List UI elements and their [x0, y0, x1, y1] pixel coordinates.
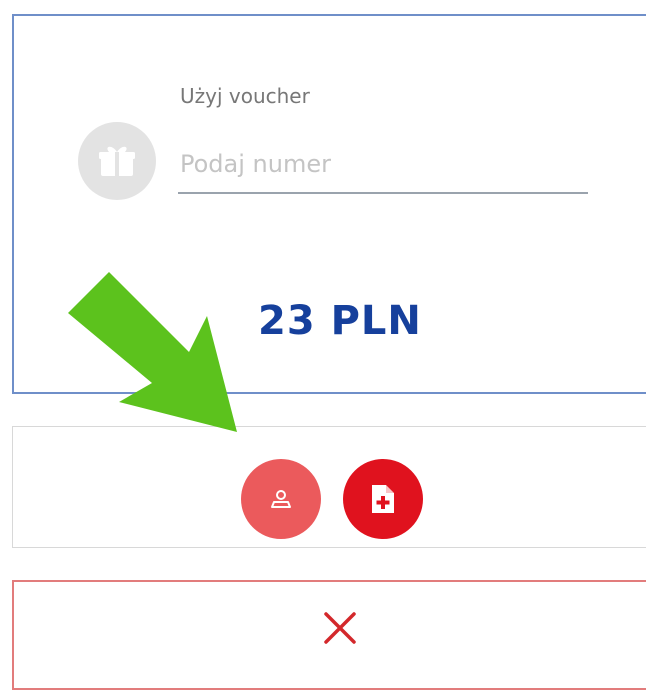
person-button[interactable]	[241, 459, 321, 539]
price-total: 23 PLN	[258, 298, 422, 344]
gift-icon	[99, 146, 135, 176]
actions-panel	[12, 426, 646, 548]
gift-icon-circle	[78, 122, 156, 200]
voucher-label: Użyj voucher	[180, 84, 310, 108]
voucher-panel: Użyj voucher 23 PLN	[12, 14, 646, 394]
close-icon[interactable]	[320, 608, 360, 648]
document-plus-icon	[372, 485, 394, 513]
person-icon	[271, 490, 291, 508]
add-document-button[interactable]	[343, 459, 423, 539]
voucher-number-input[interactable]	[178, 136, 588, 194]
cancel-panel[interactable]	[12, 580, 646, 690]
